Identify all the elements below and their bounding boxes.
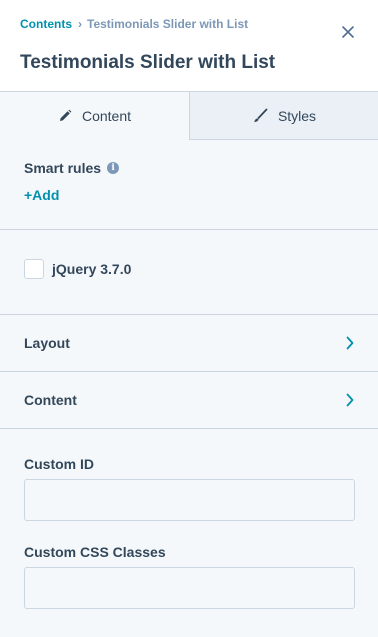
chevron-right-icon	[346, 336, 354, 350]
smart-rules-header: Smart rules i	[24, 160, 120, 176]
info-icon[interactable]: i	[107, 162, 120, 174]
custom-id-input[interactable]	[24, 479, 355, 521]
page-title: Testimonials Slider with List	[20, 52, 276, 73]
divider	[0, 229, 378, 230]
jquery-checkbox[interactable]	[24, 259, 44, 279]
close-button[interactable]	[338, 22, 358, 42]
tab-content[interactable]: Content	[0, 92, 190, 140]
breadcrumb-contents-link[interactable]: Contents	[20, 17, 72, 31]
close-icon	[342, 26, 354, 38]
layout-row[interactable]: Layout	[0, 315, 378, 371]
custom-css-classes-label: Custom CSS Classes	[24, 544, 166, 560]
breadcrumb: Contents › Testimonials Slider with List	[20, 17, 248, 31]
add-smart-rule-button[interactable]: +Add	[24, 187, 59, 203]
breadcrumb-separator: ›	[78, 17, 82, 31]
custom-css-classes-input[interactable]	[24, 567, 355, 609]
tab-bar: Content Styles	[0, 92, 378, 140]
panel-header: Contents › Testimonials Slider with List T…	[0, 0, 378, 92]
tab-styles-label: Styles	[277, 107, 317, 124]
divider	[0, 428, 378, 429]
jquery-label: jQuery 3.7.0	[52, 261, 132, 277]
smart-rules-label: Smart rules	[24, 160, 102, 176]
jquery-toggle[interactable]: jQuery 3.7.0	[24, 259, 131, 279]
content-label: Content	[24, 392, 77, 408]
chevron-right-icon	[346, 393, 354, 407]
tab-content-label: Content	[81, 108, 132, 124]
brush-icon	[254, 108, 268, 122]
content-row[interactable]: Content	[0, 372, 378, 428]
breadcrumb-current: Testimonials Slider with List	[87, 17, 249, 31]
pencil-icon	[59, 109, 72, 121]
tab-styles[interactable]: Styles	[190, 92, 378, 140]
layout-label: Layout	[24, 335, 70, 351]
custom-id-label: Custom ID	[24, 456, 94, 472]
